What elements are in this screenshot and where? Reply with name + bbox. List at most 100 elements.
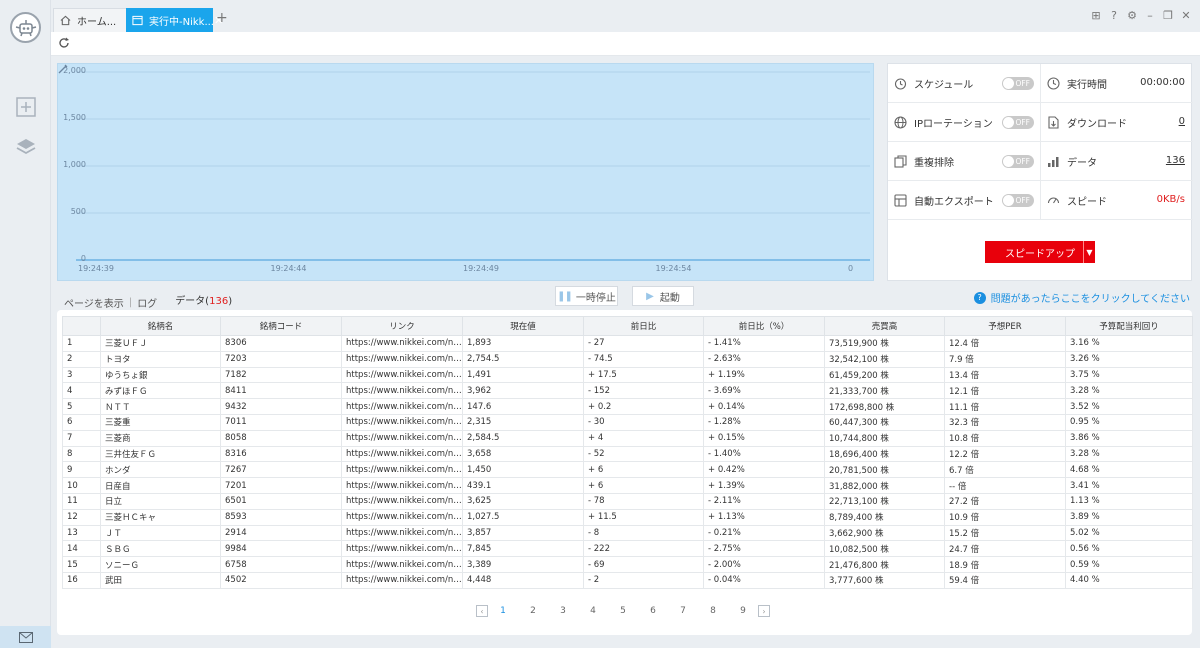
message-button[interactable]: [0, 626, 51, 648]
table-cell: 2,754.5: [462, 350, 584, 368]
speed-up-dropdown-icon[interactable]: ▼: [1083, 241, 1095, 263]
settings-icon[interactable]: ⚙: [1126, 9, 1138, 22]
new-tab-icon[interactable]: +: [216, 10, 228, 26]
restore-icon[interactable]: ❐: [1162, 9, 1174, 22]
layers-icon[interactable]: [15, 136, 37, 158]
table-cell: 三菱重: [100, 413, 221, 431]
help-link[interactable]: ? 問題があったらここをクリックしてください: [973, 290, 1190, 305]
table-cell: 1,893: [462, 335, 584, 352]
table-cell: 7.9 倍: [944, 350, 1066, 368]
x-tick-label: 19:24:44: [270, 264, 307, 273]
table-cell: ＮＴＴ: [100, 398, 221, 415]
table-row[interactable]: 9ホンダ7267https://www.nikkei.com/nkd/com..…: [62, 461, 1193, 479]
ip-rotation-toggle[interactable]: OFF: [1002, 116, 1034, 129]
table-row[interactable]: 2トヨタ7203https://www.nikkei.com/nkd/com..…: [62, 350, 1193, 368]
minimize-icon[interactable]: –: [1144, 9, 1156, 22]
table-row[interactable]: 11日立6501https://www.nikkei.com/nkd/com..…: [62, 492, 1193, 510]
table-row[interactable]: 7三菱商8058https://www.nikkei.com/nkd/com..…: [62, 429, 1193, 447]
table-cell: - 2.11%: [703, 492, 825, 510]
table-row[interactable]: 1三菱ＵＦＪ8306https://www.nikkei.com/nkd/com…: [62, 335, 1193, 352]
table-cell: 3.89 %: [1065, 508, 1193, 526]
page-number[interactable]: 6: [638, 606, 668, 616]
page-number[interactable]: 5: [608, 606, 638, 616]
page-number[interactable]: 3: [548, 606, 578, 616]
page-number[interactable]: 1: [488, 606, 518, 616]
table-cell: 4502: [220, 571, 342, 589]
x-tick-label: 19:24:54: [655, 264, 692, 273]
table-row[interactable]: 14ＳＢＧ9984https://www.nikkei.com/nkd/com.…: [62, 540, 1193, 558]
table-cell: 日産自: [100, 477, 221, 494]
table-cell: - 78: [583, 492, 704, 510]
table-cell: 3.28 %: [1065, 382, 1193, 400]
close-window-icon[interactable]: ✕: [1180, 9, 1192, 22]
help-circle-icon[interactable]: ?: [1108, 9, 1120, 22]
table-cell: 3.28 %: [1065, 445, 1193, 463]
tab-home[interactable]: ホーム...: [53, 8, 127, 32]
refresh-icon[interactable]: [58, 37, 70, 49]
download-count-link[interactable]: 0: [1179, 116, 1185, 127]
speed-up-button[interactable]: スピードアップ: [985, 241, 1095, 263]
table-cell: 439.1: [462, 477, 584, 494]
table-cell: 8: [62, 445, 101, 463]
table-row[interactable]: 13ＪＴ2914https://www.nikkei.com/nkd/com..…: [62, 524, 1193, 542]
page-number[interactable]: 9: [728, 606, 758, 616]
column-header[interactable]: リンク: [341, 316, 463, 336]
page-number[interactable]: 4: [578, 606, 608, 616]
column-header[interactable]: 予算配当利回り: [1065, 316, 1193, 336]
table-row[interactable]: 10日産自7201https://www.nikkei.com/nkd/com.…: [62, 477, 1193, 494]
table-row[interactable]: 16武田4502https://www.nikkei.com/nkd/com..…: [62, 571, 1193, 589]
column-header[interactable]: 前日比（%）: [703, 316, 825, 336]
table-row[interactable]: 5ＮＴＴ9432https://www.nikkei.com/nkd/com..…: [62, 398, 1193, 415]
table-cell: + 0.2: [583, 398, 704, 415]
table-cell: - 3.69%: [703, 382, 825, 400]
table-cell: 8316: [220, 445, 342, 463]
auto-export-toggle[interactable]: OFF: [1002, 194, 1034, 207]
table-cell: 22,713,100 株: [824, 492, 945, 510]
table-cell: 3,962: [462, 382, 584, 400]
next-page-icon[interactable]: ›: [758, 605, 770, 617]
table-cell: 1,450: [462, 461, 584, 479]
table-row[interactable]: 12三菱ＨＣキャ8593https://www.nikkei.com/nkd/c…: [62, 508, 1193, 526]
table-cell: - 2.63%: [703, 350, 825, 368]
app-logo[interactable]: [10, 12, 41, 43]
column-header[interactable]: [62, 316, 101, 336]
table-row[interactable]: 4みずほＦＧ8411https://www.nikkei.com/nkd/com…: [62, 382, 1193, 400]
table-cell: - 222: [583, 540, 704, 558]
table-row[interactable]: 3ゆうちょ銀7182https://www.nikkei.com/nkd/com…: [62, 366, 1193, 384]
table-cell: 6: [62, 413, 101, 431]
edit-chart-icon[interactable]: [58, 64, 68, 74]
schedule-toggle[interactable]: OFF: [1002, 77, 1034, 90]
page-number[interactable]: 8: [698, 606, 728, 616]
table-cell: 21,476,800 株: [824, 556, 945, 573]
column-header[interactable]: 現在値: [462, 316, 584, 336]
column-header[interactable]: 予想PER: [944, 316, 1066, 336]
column-header[interactable]: 売買高: [824, 316, 945, 336]
dedupe-toggle[interactable]: OFF: [1002, 155, 1034, 168]
pause-button[interactable]: ❚❚ 一時停止: [555, 286, 618, 306]
table-cell: 172,698,800 株: [824, 398, 945, 415]
table-row[interactable]: 8三井住友ＦＧ8316https://www.nikkei.com/nkd/co…: [62, 445, 1193, 463]
table-cell: + 17.5: [583, 366, 704, 384]
prev-page-icon[interactable]: ‹: [476, 605, 488, 617]
new-task-icon[interactable]: [15, 96, 37, 118]
column-header[interactable]: 銘柄コード: [220, 316, 342, 336]
x-tick-label: 19:24:49: [463, 264, 499, 273]
speed-value: 0KB/s: [1156, 194, 1185, 205]
data-count-link[interactable]: 136: [1166, 155, 1185, 166]
tab-page-view[interactable]: ページを表示: [64, 295, 124, 310]
tab-log[interactable]: ログ: [137, 295, 157, 310]
start-button[interactable]: ▶ 起動: [632, 286, 694, 306]
table-cell: 日立: [100, 492, 221, 510]
table-cell: 8306: [220, 335, 342, 352]
table-cell: 三菱ＵＦＪ: [100, 335, 221, 352]
page-number[interactable]: 7: [668, 606, 698, 616]
table-cell: + 1.13%: [703, 508, 825, 526]
table-row[interactable]: 6三菱重7011https://www.nikkei.com/nkd/com..…: [62, 413, 1193, 431]
column-header[interactable]: 前日比: [583, 316, 704, 336]
column-header[interactable]: 銘柄名: [100, 316, 221, 336]
table-row[interactable]: 15ソニーＧ6758https://www.nikkei.com/nkd/com…: [62, 556, 1193, 573]
gift-icon[interactable]: ⊞: [1090, 9, 1102, 22]
tab-bar: ホーム... 実行中-Nikk... ✕ + ⊞ ? ⚙ – ❐ ✕: [51, 0, 1200, 32]
page-number[interactable]: 2: [518, 606, 548, 616]
tab-running-task[interactable]: 実行中-Nikk... ✕: [126, 8, 223, 32]
